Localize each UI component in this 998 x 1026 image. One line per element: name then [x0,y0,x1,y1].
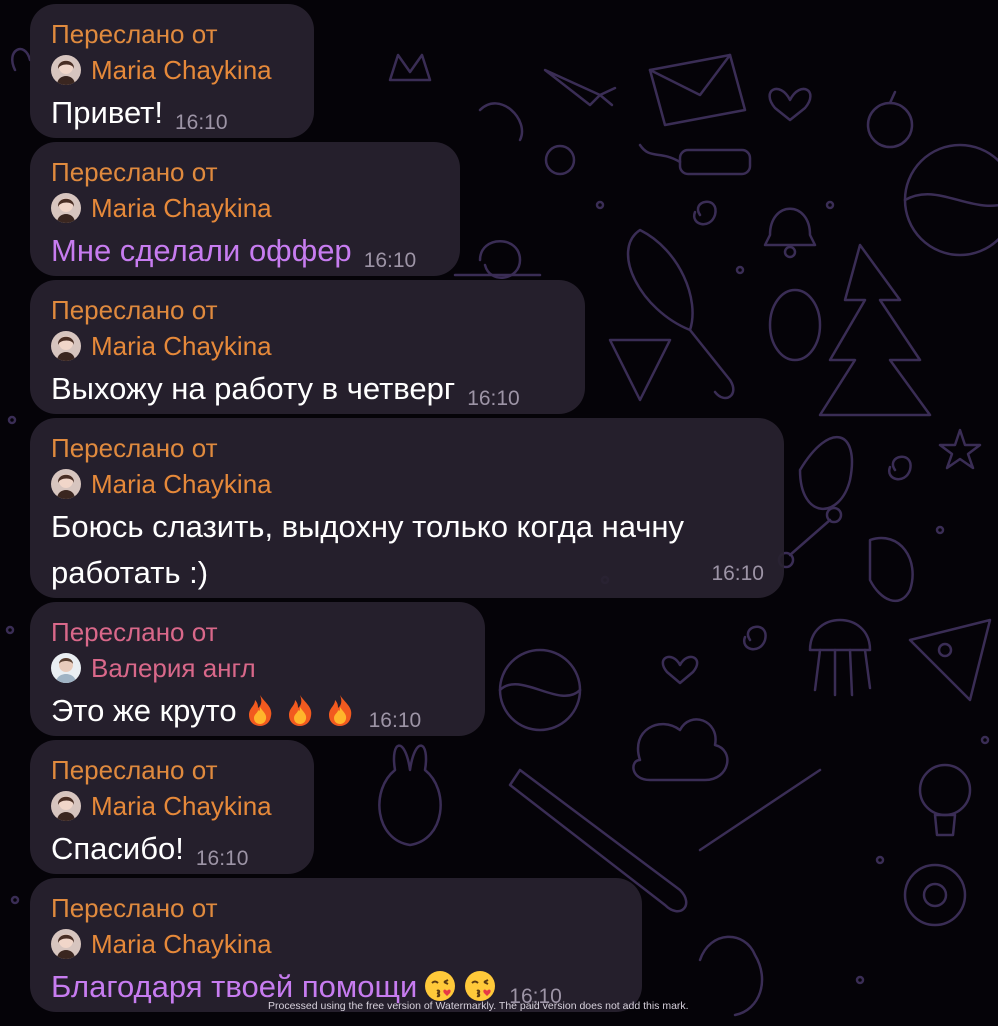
kiss-emoji [425,971,456,1001]
message-text-content: Это же круто [51,693,237,728]
fire-emoji [328,695,351,726]
message-bubble[interactable]: Переслано от Maria Chaykina Спасибо! 16:1… [30,740,314,874]
message-list: Переслано от Maria Chaykina Привет! 16:10… [0,0,998,1026]
sender-avatar[interactable] [51,331,81,361]
fire-emoji [248,695,271,726]
message-time: 16:10 [368,709,422,732]
watermark-text: Processed using the free version of Wate… [268,1000,689,1012]
fire-emoji [288,695,311,726]
message-text: Мне сделали оффер 16:10 [51,228,438,284]
forwarded-label: Переслано от [51,893,218,923]
sender-avatar[interactable] [51,469,81,499]
sender-avatar[interactable] [51,653,81,683]
message-text-content: Спасибо! [51,831,184,866]
message-bubble[interactable]: Переслано от Maria Chaykina Мне сделали … [30,142,460,276]
message-time: 16:10 [174,111,228,134]
message-text: Это же круто 16:10 [51,688,463,744]
message-text-content: Мне сделали оффер [51,233,352,268]
message-bubble[interactable]: Переслано от Maria Chaykina Привет! 16:10 [30,4,314,138]
message-time: 16:10 [711,562,764,585]
forwarded-label: Переслано от [51,157,218,187]
message-text-content: Привет! [51,95,163,130]
sender-avatar[interactable] [51,55,81,85]
sender-name[interactable]: Валерия англ [91,652,256,684]
sender-name[interactable]: Maria Chaykina [91,928,272,960]
sender-avatar[interactable] [51,193,81,223]
message-time: 16:10 [195,847,249,870]
message-text-content: Благодаря твоей помощи [51,969,418,1004]
message-bubble[interactable]: Переслано от Maria Chaykina Выхожу на ра… [30,280,585,414]
message-time: 16:10 [467,387,520,410]
sender-name[interactable]: Maria Chaykina [91,192,272,224]
message-text: Выхожу на работу в четверг 16:10 [51,366,563,422]
forwarded-label: Переслано от [51,433,218,463]
message-bubble[interactable]: Переслано от Maria Chaykina Благодаря тв… [30,878,642,1012]
message-text: Боюсь слазить, выдохну только когда начн… [51,509,685,590]
forwarded-label: Переслано от [51,19,218,49]
sender-avatar[interactable] [51,929,81,959]
message-time: 16:10 [363,249,417,272]
sender-name[interactable]: Maria Chaykina [91,54,272,86]
message-bubble[interactable]: Переслано от Maria Chaykina Боюсь слазит… [30,418,784,598]
sender-name[interactable]: Maria Chaykina [91,330,272,362]
forwarded-label: Переслано от [51,617,218,647]
sender-avatar[interactable] [51,791,81,821]
sender-name[interactable]: Maria Chaykina [91,790,272,822]
forwarded-label: Переслано от [51,295,218,325]
sender-name[interactable]: Maria Chaykina [91,468,272,500]
message-text-content: Выхожу на работу в четверг [51,371,456,406]
forwarded-label: Переслано от [51,755,218,785]
message-text: Привет! 16:10 [51,90,292,146]
message-bubble[interactable]: Переслано от Валерия англ Это же круто 16… [30,602,485,736]
message-text: Спасибо! 16:10 [51,826,292,882]
kiss-emoji [465,971,496,1001]
